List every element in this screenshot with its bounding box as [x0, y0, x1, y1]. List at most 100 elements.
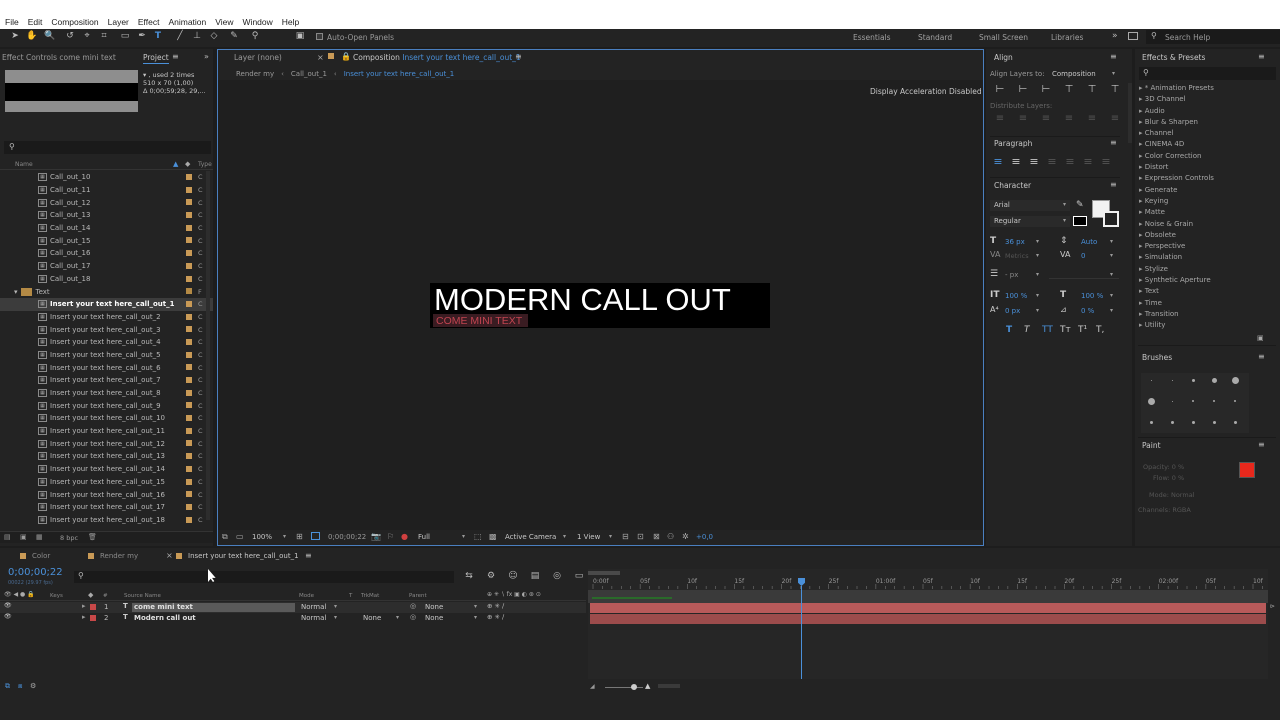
justify-last-left-icon[interactable]: ≡: [1046, 155, 1058, 168]
label-color[interactable]: [186, 453, 192, 460]
effect-category[interactable]: ▸ Expression Controls: [1139, 173, 1269, 184]
project-item-row[interactable]: ▦ Insert your text here_call_out_2 C: [0, 311, 213, 324]
timeline-nav-icon[interactable]: ⊳: [1270, 603, 1275, 610]
effect-category[interactable]: ▸ Perspective: [1139, 241, 1269, 252]
effect-category[interactable]: ▸ Synthetic Aperture: [1139, 275, 1269, 286]
swatch-black-white[interactable]: [1073, 216, 1087, 226]
timeline-layer-row[interactable]: 👁 ▸ 1 Tcome mini text Normal ▾ ◎ None ▾ ⊕ ✳ ∕: [0, 602, 586, 613]
effect-category[interactable]: ▸ Stylize: [1139, 264, 1269, 275]
stroke-width-value[interactable]: - px: [1005, 271, 1018, 279]
color-channel-icon[interactable]: ●: [401, 532, 408, 541]
vertical-scale-value[interactable]: 100 %: [1005, 292, 1027, 300]
project-item-row[interactable]: ▦ Insert your text here_call_out_17 C: [0, 501, 213, 514]
vertical-scale-chevron-icon[interactable]: ▾: [1036, 292, 1039, 299]
brush-tip[interactable]: [1170, 420, 1174, 424]
align-bottom-icon[interactable]: ⊤: [1107, 84, 1123, 95]
t-column[interactable]: T: [349, 593, 352, 599]
workspace-panel-icon[interactable]: ▣: [295, 31, 305, 41]
parent-chevron-icon[interactable]: ▾: [474, 603, 477, 610]
kerning-chevron-icon[interactable]: ▾: [1036, 252, 1039, 259]
timeline-menu-icon[interactable]: ≡: [305, 551, 312, 560]
label-color[interactable]: [186, 415, 192, 422]
paint-flow[interactable]: Flow: 0 %: [1153, 474, 1184, 482]
timeline-current-time[interactable]: 0;00;00;22: [8, 567, 63, 578]
project-folder-row[interactable]: ▾ Text F: [0, 285, 213, 298]
comp-panel-menu-icon[interactable]: ≡: [515, 52, 522, 61]
project-item-row[interactable]: ▦ Call_out_17 C: [0, 260, 213, 273]
safe-margins-icon[interactable]: ⊞: [296, 532, 303, 541]
layer-switch-icons[interactable]: ⊕ ✳ ∕: [487, 602, 504, 610]
toggle-pixel-aspect-icon[interactable]: ⊟: [622, 532, 629, 541]
project-item-row[interactable]: ▦ Call_out_14 C: [0, 222, 213, 235]
align-top-icon[interactable]: ⊤: [1061, 84, 1077, 95]
menu-window[interactable]: Window: [243, 17, 273, 27]
font-chevron-icon[interactable]: ▾: [1063, 201, 1066, 208]
close-tab-icon[interactable]: ×: [317, 53, 324, 62]
timeline-search-input[interactable]: ⚲: [74, 571, 454, 583]
effect-category[interactable]: ▸ Time: [1139, 298, 1269, 309]
font-size-value[interactable]: 36 px: [1005, 238, 1025, 246]
brush-tip[interactable]: [1171, 400, 1173, 402]
comp-flowchart-icon[interactable]: ⇆: [462, 571, 476, 581]
label-color[interactable]: [186, 465, 192, 472]
exposure-value[interactable]: +0,0: [696, 533, 713, 541]
hand-tool-icon[interactable]: ✋: [26, 31, 37, 41]
layer-name[interactable]: Modern call out: [132, 614, 295, 623]
paint-channels[interactable]: Channels: RGBA: [1138, 506, 1191, 514]
layer-tab[interactable]: Layer (none): [234, 53, 282, 62]
bpc-label[interactable]: 8 bpc: [60, 534, 78, 542]
breadcrumb-item[interactable]: Insert your text here_call_out_1: [344, 70, 455, 78]
workspace-standard[interactable]: Standard: [918, 33, 952, 42]
justify-center-icon[interactable]: ≡: [1010, 155, 1022, 168]
project-search-input[interactable]: ⚲: [4, 141, 211, 154]
brush-tip[interactable]: [1147, 397, 1155, 405]
brush-tip[interactable]: [1191, 378, 1195, 382]
effect-category[interactable]: ▸ Noise & Grain: [1139, 219, 1269, 230]
graph-editor-icon[interactable]: ▭: [572, 571, 586, 581]
kerning-value[interactable]: Metrics: [1005, 252, 1029, 260]
horizontal-scale-value[interactable]: 100 %: [1081, 292, 1103, 300]
in-out-toggle-icon[interactable]: ⚙: [30, 682, 36, 690]
font-size-chevron-icon[interactable]: ▾: [1036, 238, 1039, 245]
tsume-value[interactable]: 0 %: [1081, 307, 1094, 315]
timeline-layer-row[interactable]: 👁 ▸ 2 T Modern call out Normal ▾ None ▾ ◎ None ▾ ⊕ ✳…: [0, 613, 586, 624]
align-to-select[interactable]: Composition: [1052, 70, 1096, 78]
faux-bold-icon[interactable]: T: [1006, 325, 1017, 335]
small-caps-icon[interactable]: Tт: [1060, 325, 1071, 335]
label-color[interactable]: [186, 338, 192, 345]
trash-icon[interactable]: 🗑: [88, 533, 97, 541]
effect-category[interactable]: ▸ CINEMA 4D: [1139, 139, 1269, 150]
eraser-tool-icon[interactable]: ◇: [209, 31, 219, 41]
distribute-bottom-icon[interactable]: ≡: [1038, 113, 1054, 124]
baseline-chevron-icon[interactable]: ▾: [1036, 307, 1039, 314]
font-family-select[interactable]: Arial: [990, 200, 1070, 211]
project-scrollbar[interactable]: [206, 171, 210, 520]
fast-previews-icon[interactable]: ⊡: [637, 532, 644, 541]
project-item-row[interactable]: ▦ Call_out_10 C: [0, 171, 213, 184]
parent-column[interactable]: Parent: [409, 593, 427, 599]
label-color[interactable]: [186, 491, 192, 498]
menu-animation[interactable]: Animation: [168, 17, 206, 27]
label-color[interactable]: [186, 262, 192, 269]
rotate-tool-icon[interactable]: ↺: [65, 31, 75, 41]
effect-category[interactable]: ▸ Generate: [1139, 185, 1269, 196]
snapshot-icon[interactable]: 📷: [371, 532, 381, 541]
timeline-scroll[interactable]: [658, 684, 680, 688]
visibility-eye-icon[interactable]: 👁: [4, 602, 12, 609]
layer-name[interactable]: come mini text: [132, 603, 295, 612]
label-color[interactable]: [186, 224, 192, 231]
draft-3d-icon[interactable]: ⚙: [484, 571, 498, 581]
distribute-right-icon[interactable]: ≡: [1107, 113, 1123, 124]
timeline-zoom-slider[interactable]: [605, 687, 643, 688]
menu-help[interactable]: Help: [282, 17, 299, 27]
eyedropper-icon[interactable]: ✎: [1076, 200, 1084, 210]
label-color[interactable]: [186, 288, 192, 295]
zoom-slider-thumb[interactable]: [631, 684, 637, 690]
label-color[interactable]: [186, 478, 192, 485]
project-item-row[interactable]: ▦ Insert your text here_call_out_8 C: [0, 387, 213, 400]
label-color[interactable]: [186, 364, 192, 371]
exposure-reset-icon[interactable]: ✲: [682, 532, 689, 541]
label-color[interactable]: [186, 313, 192, 320]
zoom-in-icon[interactable]: ▲: [645, 682, 650, 690]
effect-category[interactable]: ▸ Distort: [1139, 162, 1269, 173]
